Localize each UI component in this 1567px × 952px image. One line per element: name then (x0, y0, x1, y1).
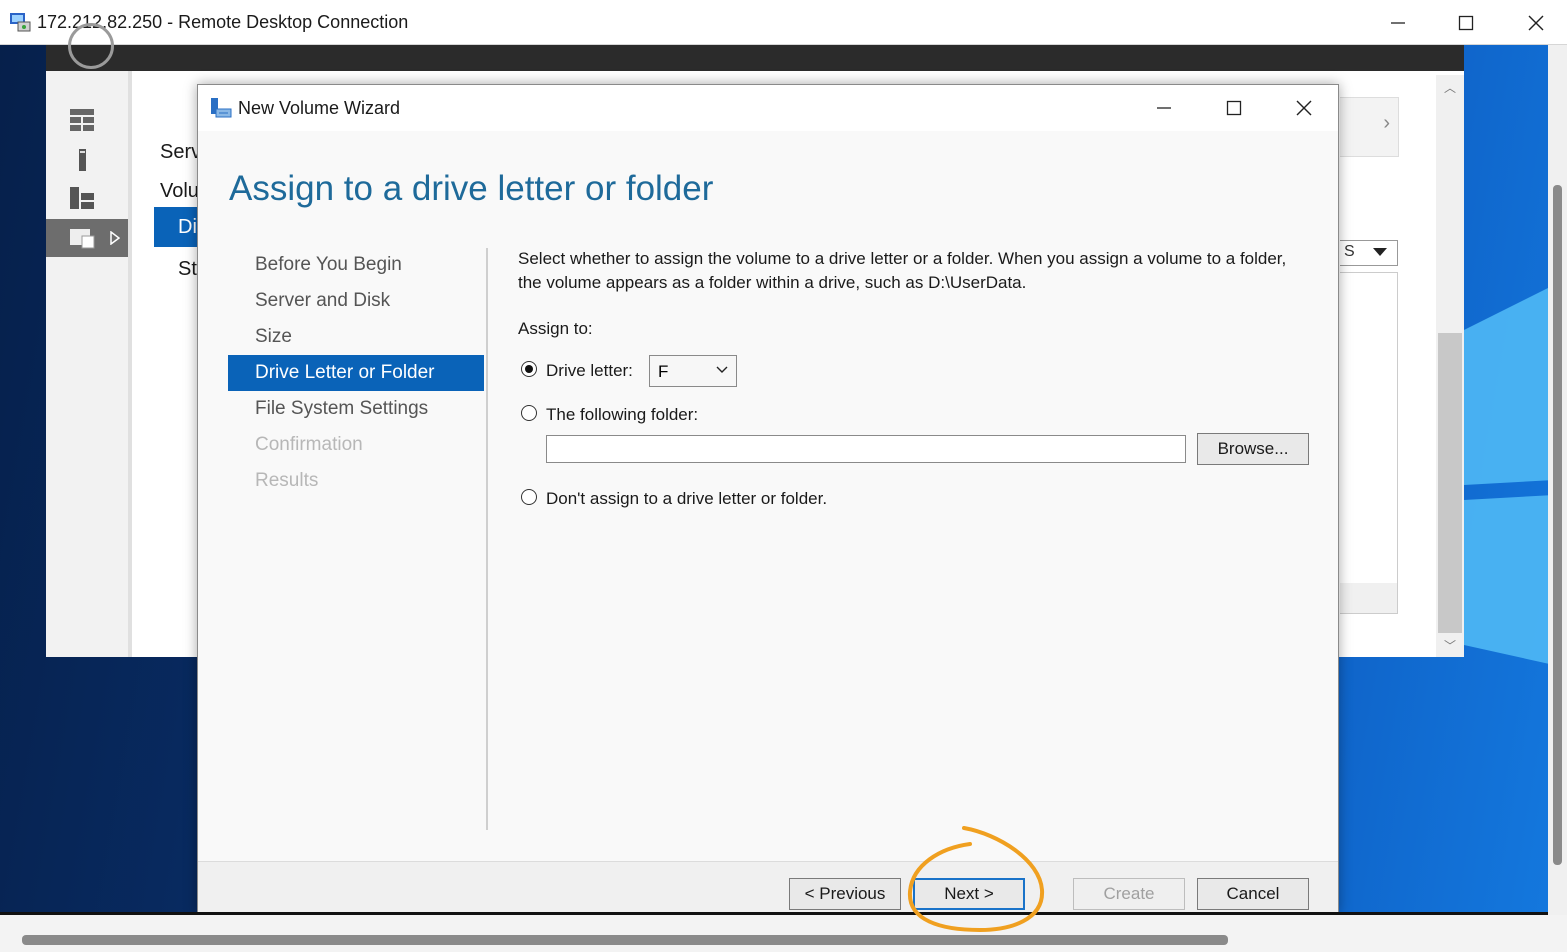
no-assign-label[interactable]: Don't assign to a drive letter or folder… (546, 489, 827, 509)
step-server-and-disk[interactable]: Server and Disk (228, 283, 484, 319)
new-volume-wizard: New Volume Wizard Assign to a drive lett… (197, 84, 1339, 914)
no-assign-radio[interactable] (521, 489, 537, 505)
wizard-titlebar: New Volume Wizard (198, 85, 1338, 131)
step-size[interactable]: Size (228, 319, 484, 355)
background-dropdown[interactable]: S (1340, 240, 1398, 266)
scroll-thumb[interactable] (1438, 333, 1462, 633)
volume-wizard-icon (211, 98, 232, 118)
background-dropdown-value: S (1344, 243, 1355, 260)
close-icon (1528, 15, 1544, 31)
windows-logo-wallpaper (1464, 285, 1554, 665)
wizard-title: New Volume Wizard (238, 98, 401, 118)
server-manager-header (46, 23, 1464, 71)
maximize-icon (1458, 15, 1474, 31)
create-button: Create (1073, 878, 1185, 910)
step-confirmation: Confirmation (255, 434, 363, 455)
step-file-system-settings[interactable]: File System Settings (228, 391, 484, 427)
step-drive-letter-or-folder[interactable]: Drive Letter or Folder (228, 355, 484, 391)
expand-arrow-icon (110, 231, 120, 245)
subnav-servers[interactable]: Serv (160, 141, 201, 164)
wizard-heading: Assign to a drive letter or folder (229, 169, 714, 208)
file-storage-icon (70, 229, 95, 249)
previous-button[interactable]: < Previous (789, 878, 901, 910)
drive-letter-select[interactable]: F (649, 355, 737, 387)
folder-path-input[interactable] (546, 435, 1186, 463)
wizard-footer: < Previous Next > Create Cancel (198, 861, 1338, 914)
assign-to-label: Assign to: (518, 319, 593, 338)
browse-button[interactable]: Browse... (1197, 433, 1309, 465)
subnav-volumes[interactable]: Volu (160, 180, 199, 203)
rdp-horizontal-scroll-thumb[interactable] (22, 935, 1228, 945)
subnav-disks-label: Di (178, 216, 197, 238)
steps-divider (486, 248, 488, 830)
scroll-down-icon[interactable]: ﹀ (1444, 637, 1456, 654)
back-button-icon[interactable] (68, 23, 114, 69)
folder-radio[interactable] (521, 405, 537, 421)
wizard-close-button[interactable] (1269, 85, 1339, 131)
maximize-icon (1226, 100, 1242, 116)
drive-letter-radio[interactable] (521, 361, 537, 377)
rdp-vertical-scroll-thumb[interactable] (1553, 185, 1562, 865)
next-button[interactable]: Next > (913, 878, 1025, 910)
background-list (1340, 272, 1398, 614)
drive-letter-value: F (658, 362, 669, 381)
dropdown-arrow-icon (1373, 248, 1387, 256)
rdp-titlebar: 172.212.82.250 - Remote Desktop Connecti… (0, 0, 1567, 45)
remote-desktop-icon (10, 13, 31, 32)
dashboard-icon[interactable] (70, 109, 94, 131)
close-icon (1296, 100, 1312, 116)
chevron-right-icon[interactable]: › (1383, 112, 1390, 135)
cancel-button[interactable]: Cancel (1197, 878, 1309, 910)
minimize-icon (1391, 22, 1405, 24)
background-panel: › (1340, 97, 1399, 157)
wizard-steps: Before You Begin Server and Disk Size Dr… (228, 247, 484, 499)
wizard-content: Select whether to assign the volume to a… (518, 247, 1309, 508)
subnav-storage-pools[interactable]: St (178, 258, 197, 281)
step-before-you-begin[interactable]: Before You Begin (228, 247, 484, 283)
minimize-icon (1157, 107, 1171, 109)
local-server-icon[interactable] (70, 149, 94, 171)
rdp-horizontal-scrollbar[interactable] (0, 915, 1567, 952)
all-servers-icon[interactable] (70, 187, 94, 209)
chevron-down-icon (716, 366, 728, 373)
file-storage-nav-active[interactable] (46, 219, 128, 257)
description-text: Select whether to assign the volume to a… (518, 249, 1287, 292)
server-manager-nav (46, 71, 132, 657)
rdp-minimize-button[interactable] (1363, 0, 1433, 45)
rdp-vertical-scrollbar[interactable] (1548, 45, 1567, 915)
drive-letter-label[interactable]: Drive letter: (546, 361, 633, 381)
wizard-maximize-button[interactable] (1199, 85, 1269, 131)
wizard-minimize-button[interactable] (1129, 85, 1199, 131)
following-folder-label[interactable]: The following folder: (546, 405, 698, 425)
scroll-up-icon[interactable]: ︿ (1444, 79, 1456, 96)
rdp-maximize-button[interactable] (1431, 0, 1501, 45)
rdp-close-button[interactable] (1501, 0, 1567, 45)
server-manager-scrollbar[interactable]: ︿ ﹀ (1436, 75, 1464, 657)
step-results: Results (255, 470, 319, 491)
